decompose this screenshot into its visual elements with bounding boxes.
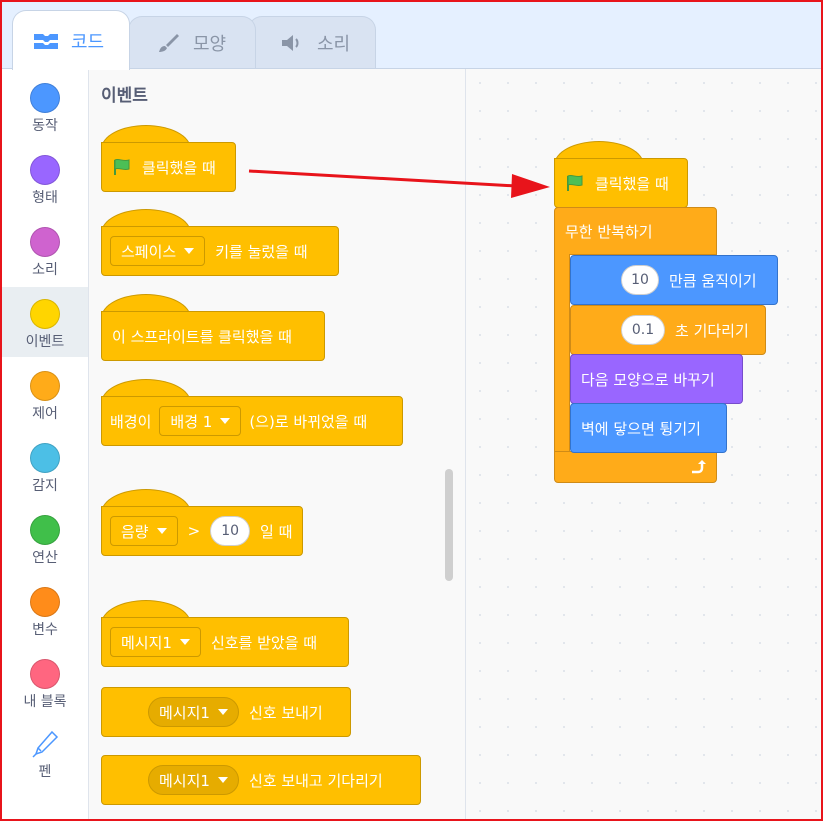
annotation-arrow xyxy=(248,169,550,198)
tab-code[interactable]: 코드 xyxy=(12,10,130,70)
tab-code-label: 코드 xyxy=(71,31,105,53)
scratch-editor: 소리 모양 코드 동작 형태 소리 이벤트 제어 감지 연산 변수 내 블록 펜… xyxy=(0,0,823,821)
code-icon xyxy=(34,33,58,49)
